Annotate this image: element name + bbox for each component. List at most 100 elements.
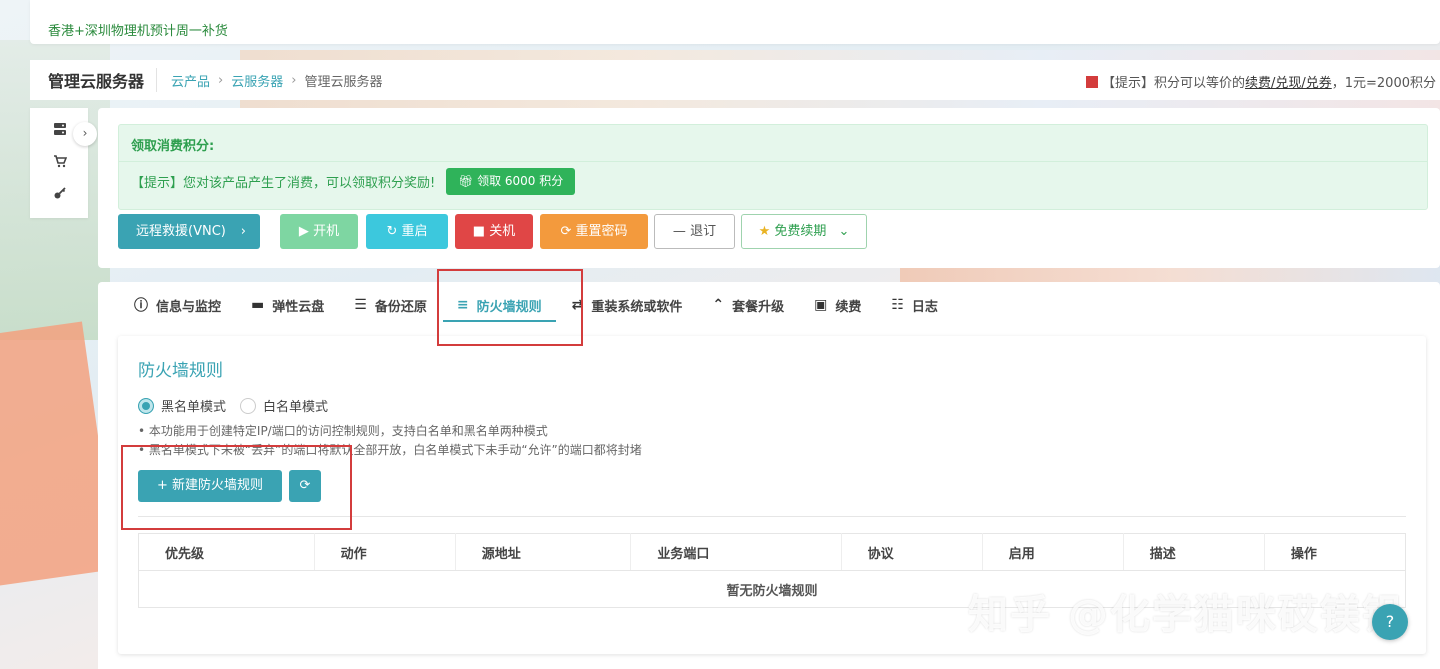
column-header: 优先级 bbox=[138, 533, 315, 571]
notice-text: 香港+深圳物理机预计周一补货 bbox=[48, 24, 228, 39]
restart-label: 重启 bbox=[401, 224, 428, 239]
whitelist-mode-label: 白名单模式 bbox=[263, 400, 329, 415]
blacklist-mode-option[interactable]: 黑名单模式 bbox=[138, 396, 226, 415]
tab-label: 备份还原 bbox=[374, 299, 427, 315]
breadcrumb-cloud-products[interactable]: 云产品 bbox=[171, 71, 210, 90]
column-header: 描述 bbox=[1123, 533, 1265, 571]
help-button[interactable]: ? bbox=[1372, 604, 1408, 640]
refresh-icon: ⟳ bbox=[299, 478, 311, 493]
column-header: 源地址 bbox=[455, 533, 632, 571]
chevron-right-icon: › bbox=[82, 126, 88, 140]
power-on-button[interactable]: ▶ 开机 bbox=[280, 214, 358, 249]
points-hint: 【提示】您对该产品产生了消费，可以领取积分奖励! bbox=[131, 176, 436, 191]
note-line: 本功能用于创建特定IP/端口的访问控制规则，支持白名单和黑名单两种模式 bbox=[138, 422, 642, 441]
power-on-label: 开机 bbox=[313, 224, 340, 239]
tab-upgrade[interactable]: ⌃ 套餐升级 bbox=[712, 282, 784, 328]
tab-label: 防火墙规则 bbox=[476, 299, 542, 315]
radio-unchecked-icon[interactable] bbox=[240, 397, 257, 414]
swap-icon: ⇄ bbox=[571, 297, 584, 313]
tip-suffix: ，1元=2000积分 bbox=[1331, 76, 1436, 91]
play-icon: ▶ bbox=[298, 224, 314, 239]
list-icon: ≡ bbox=[456, 297, 469, 313]
refresh-icon: ↻ bbox=[386, 224, 402, 239]
tab-label: 重装系统或软件 bbox=[591, 299, 683, 315]
vnc-button[interactable]: 远程救援(VNC) › bbox=[118, 214, 260, 249]
section-title: 防火墙规则 bbox=[138, 361, 223, 381]
claim-points-button[interactable]: 🎁︎ 领取 6000 积分 bbox=[446, 168, 576, 195]
table-header-row: 优先级 动作 源地址 业务端口 协议 启用 描述 操作 bbox=[138, 533, 1406, 571]
chevron-down-icon: ⌄ bbox=[838, 224, 850, 239]
radio-checked-icon[interactable] bbox=[138, 397, 154, 414]
upgrade-icon: ⌃ bbox=[712, 297, 725, 313]
tab-label: 套餐升级 bbox=[732, 299, 785, 315]
sync-icon: ⟳ bbox=[560, 224, 576, 239]
points-tip: 【提示】积分可以等价的 续费/兑现/兑券 ，1元=2000积分 bbox=[1085, 72, 1436, 91]
power-off-button[interactable]: ■ 关机 bbox=[455, 214, 533, 249]
column-header: 启用 bbox=[982, 533, 1124, 571]
tab-label: 日志 bbox=[911, 299, 938, 315]
gift-icon: 🎁︎ bbox=[458, 174, 478, 188]
divider bbox=[138, 516, 1406, 517]
watermark: 知乎 @化学猫咪砹镁铝 bbox=[968, 592, 1404, 638]
tab-renewal[interactable]: ▣ 续费 bbox=[814, 282, 861, 328]
refresh-rules-button[interactable]: ⟳ bbox=[289, 470, 321, 502]
note-line: 黑名单模式下未被“丢弃”的端口将默认全部开放，白名单模式下未手动“允许”的端口都… bbox=[138, 441, 642, 460]
server-icon[interactable] bbox=[52, 122, 68, 138]
reset-password-button[interactable]: ⟳ 重置密码 bbox=[540, 214, 648, 249]
firewall-notes: 本功能用于创建特定IP/端口的访问控制规则，支持白名单和黑名单两种模式 黑名单模… bbox=[138, 422, 642, 460]
tab-label: 信息与监控 bbox=[156, 299, 222, 315]
chevron-right-icon: › bbox=[240, 224, 246, 239]
cart-icon[interactable] bbox=[52, 154, 68, 170]
tab-info-monitor[interactable]: ⓘ 信息与监控 bbox=[134, 282, 221, 328]
chevron-right-icon: › bbox=[291, 72, 297, 88]
tip-prefix: 【提示】积分可以等价的 bbox=[1101, 76, 1245, 91]
tab-reinstall[interactable]: ⇄ 重装系统或软件 bbox=[572, 282, 683, 328]
tab-elastic-disk[interactable]: ▬ 弹性云盘 bbox=[251, 282, 324, 328]
sidebar-toggle-button[interactable]: › bbox=[73, 122, 97, 146]
tab-label: 弹性云盘 bbox=[272, 299, 325, 315]
column-header: 操作 bbox=[1264, 533, 1406, 571]
stop-icon: ■ bbox=[472, 224, 490, 239]
unsubscribe-label: 退订 bbox=[690, 224, 717, 239]
reset-password-label: 重置密码 bbox=[575, 224, 628, 239]
star-icon: ★ bbox=[758, 224, 775, 239]
power-off-label: 关机 bbox=[489, 224, 516, 239]
chevron-right-icon: › bbox=[218, 72, 224, 88]
backup-icon: ☰ bbox=[354, 297, 367, 313]
page-header: 管理云服务器 云产品 › 云服务器 › 管理云服务器 【提示】积分可以等价的 续… bbox=[30, 60, 1440, 100]
vnc-label: 远程救援(VNC) bbox=[136, 224, 226, 239]
divider bbox=[119, 161, 1427, 162]
column-header: 动作 bbox=[314, 533, 456, 571]
blacklist-mode-label: 黑名单模式 bbox=[161, 400, 227, 415]
tab-bar: ⓘ 信息与监控 ▬ 弹性云盘 ☰ 备份还原 ≡ 防火墙规则 ⇄ 重装系统或软件 ⌃ 套餐升级… bbox=[98, 282, 1440, 328]
tab-logs[interactable]: ☷ 日志 bbox=[891, 282, 938, 328]
new-firewall-rule-button[interactable]: + 新建防火墙规则 bbox=[138, 470, 282, 502]
minus-icon: — bbox=[672, 224, 691, 239]
free-renew-button[interactable]: ★ 免费续期 ⌄ bbox=[741, 214, 867, 249]
breadcrumb-current: 管理云服务器 bbox=[304, 74, 383, 90]
log-icon: ☷ bbox=[891, 297, 904, 313]
column-header: 协议 bbox=[841, 533, 983, 571]
breadcrumb: 云产品 › 云服务器 › 管理云服务器 bbox=[157, 71, 382, 90]
whitelist-mode-option[interactable]: 白名单模式 bbox=[240, 396, 328, 415]
column-header: 业务端口 bbox=[630, 533, 842, 571]
tab-label: 续费 bbox=[835, 299, 862, 315]
tab-firewall-rules[interactable]: ≡ 防火墙规则 bbox=[442, 282, 556, 328]
flag-icon bbox=[1085, 75, 1098, 88]
chat-icon: ? bbox=[1385, 612, 1395, 631]
key-icon[interactable] bbox=[52, 186, 68, 202]
points-box: 领取消费积分: 【提示】您对该产品产生了消费，可以领取积分奖励! 🎁︎ 领取 6… bbox=[118, 124, 1428, 210]
tab-backup-restore[interactable]: ☰ 备份还原 bbox=[354, 282, 427, 328]
claim-points-label: 领取 6000 积分 bbox=[477, 174, 564, 188]
info-icon: ⓘ bbox=[134, 298, 148, 314]
disk-icon: ▬ bbox=[251, 297, 265, 313]
notice-bar: 香港+深圳物理机预计周一补货 bbox=[30, 0, 1440, 44]
points-title: 领取消费积分: bbox=[131, 139, 215, 154]
free-renew-label: 免费续期 bbox=[774, 224, 827, 239]
breadcrumb-cloud-server[interactable]: 云服务器 bbox=[231, 71, 283, 90]
mode-selector: 黑名单模式 白名单模式 bbox=[138, 396, 342, 415]
money-icon: ▣ bbox=[814, 297, 828, 313]
tip-link[interactable]: 续费/兑现/兑券 bbox=[1245, 72, 1332, 91]
restart-button[interactable]: ↻ 重启 bbox=[366, 214, 448, 249]
unsubscribe-button[interactable]: — 退订 bbox=[654, 214, 735, 249]
